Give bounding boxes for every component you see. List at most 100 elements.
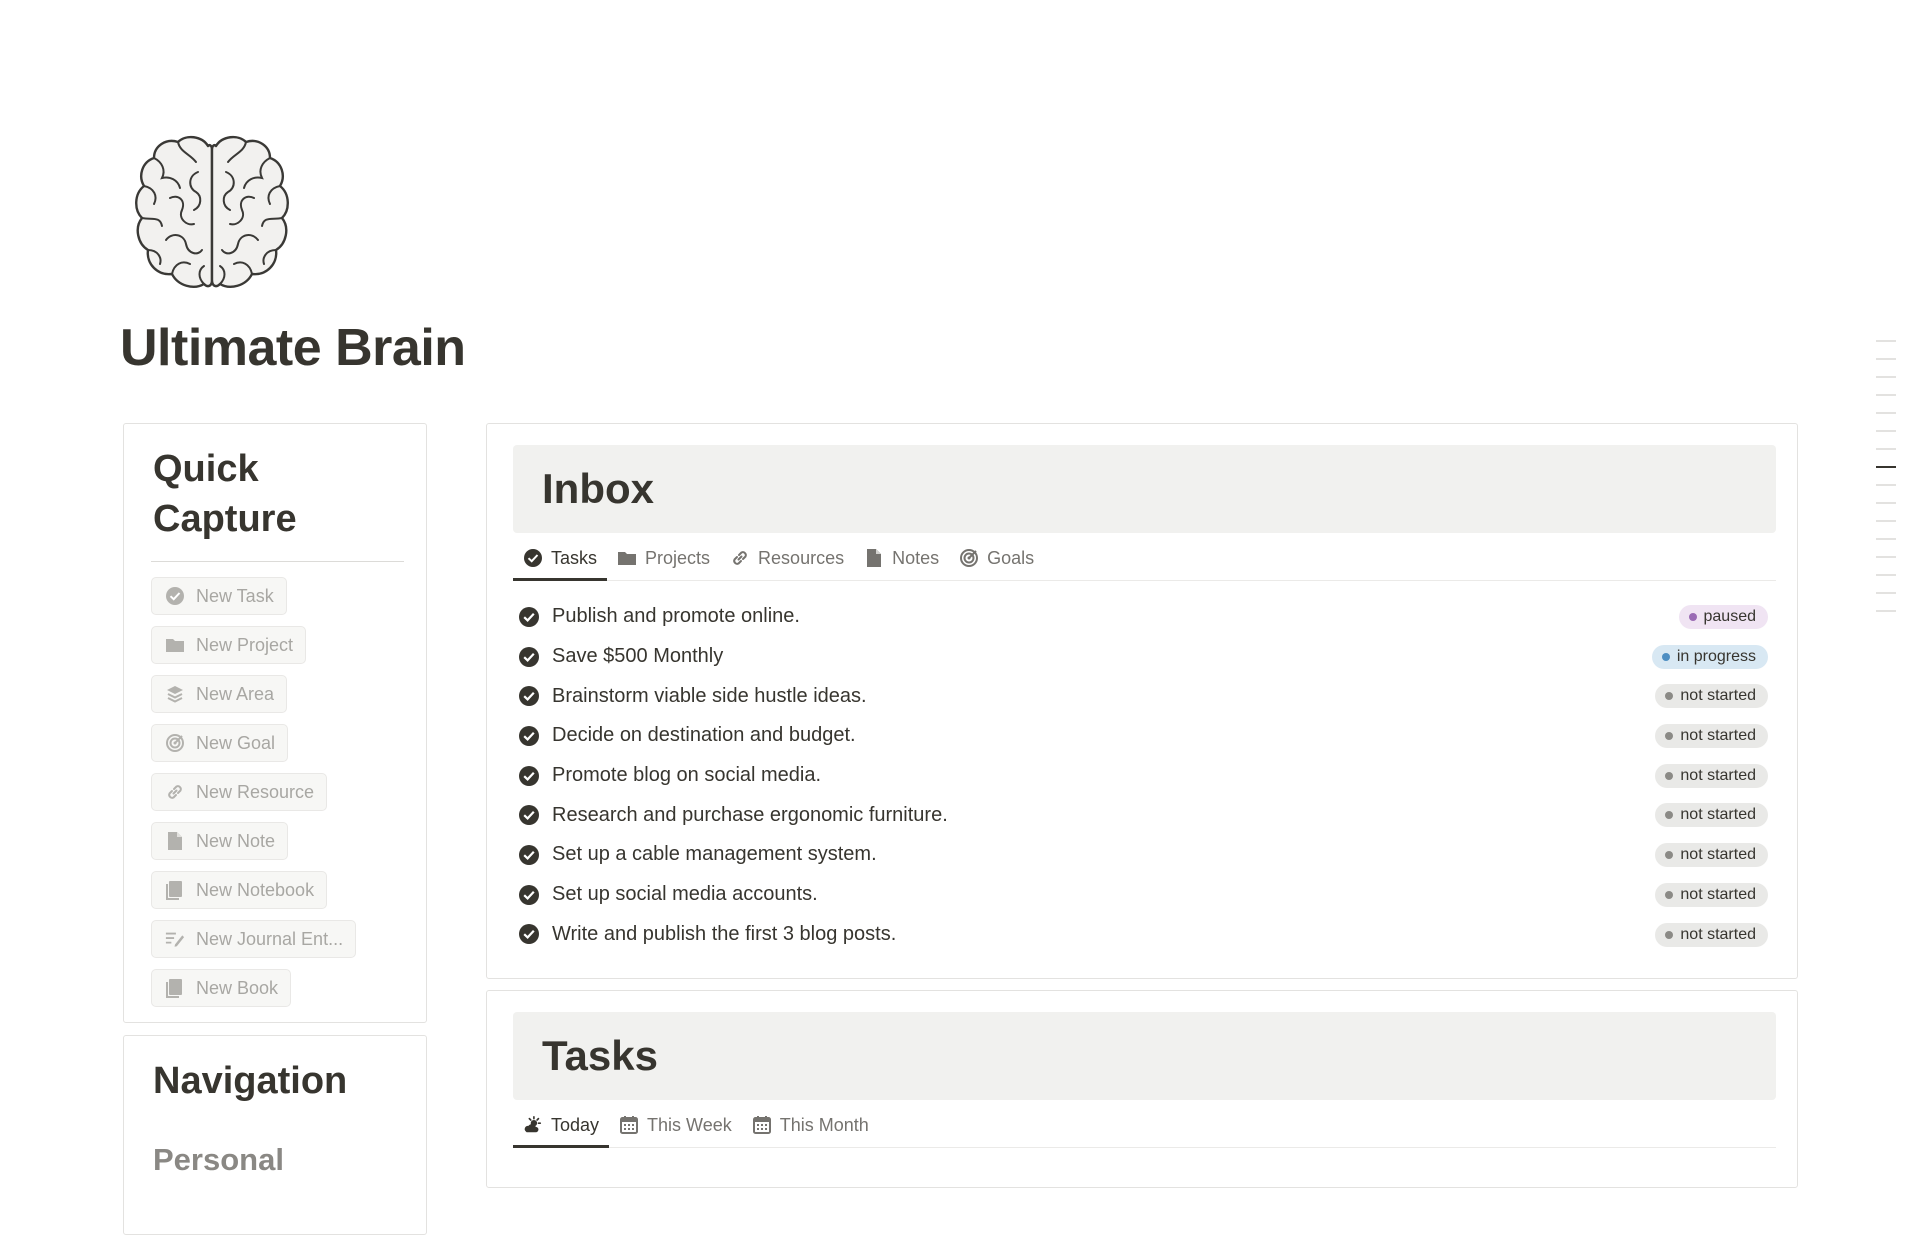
status-badge[interactable]: not started: [1655, 803, 1768, 828]
table-row[interactable]: Write and publish the first 3 blog posts…: [518, 915, 1768, 955]
toc-line[interactable]: [1876, 358, 1896, 360]
status-badge[interactable]: not started: [1655, 882, 1768, 907]
task-title[interactable]: Set up a cable management system.: [552, 843, 877, 866]
folder-icon: [165, 635, 185, 655]
status-dot: [1665, 692, 1674, 701]
new-goal-label: New Goal: [196, 732, 276, 753]
status-dot: [1688, 613, 1697, 621]
status-badge[interactable]: not started: [1655, 922, 1768, 947]
status-label: not started: [1680, 846, 1756, 864]
task-title[interactable]: Publish and promote online.: [552, 605, 800, 628]
status-label: not started: [1680, 687, 1756, 705]
divider: [151, 561, 404, 562]
check-circle-icon[interactable]: [518, 606, 540, 628]
new-project-button[interactable]: New Project: [151, 626, 307, 664]
table-row[interactable]: Brainstorm viable side hustle ideas. not …: [518, 676, 1768, 716]
toc-line[interactable]: [1876, 520, 1896, 522]
inbox-panel: Inbox Tasks Projects Resources Notes Goa…: [486, 423, 1798, 979]
check-circle-icon: [523, 548, 543, 568]
status-label: not started: [1680, 766, 1756, 784]
new-note-button[interactable]: New Note: [151, 822, 289, 860]
quick-capture-title: Quick Capture: [153, 448, 297, 540]
tab-resources[interactable]: Resources: [720, 536, 854, 580]
status-badge[interactable]: paused: [1678, 605, 1768, 629]
task-title[interactable]: Set up social media accounts.: [552, 883, 818, 906]
status-dot: [1665, 890, 1674, 899]
toc-line[interactable]: [1876, 430, 1896, 432]
status-label: paused: [1703, 608, 1757, 625]
check-circle-icon[interactable]: [518, 646, 540, 668]
layers-icon: [165, 684, 185, 704]
page-title: Ultimate Brain: [120, 319, 466, 377]
new-resource-button[interactable]: New Resource: [151, 773, 328, 811]
tab-label: Resources: [758, 547, 845, 568]
check-circle-icon[interactable]: [518, 765, 540, 787]
status-label: not started: [1680, 925, 1756, 943]
toc-line[interactable]: [1876, 538, 1896, 540]
check-circle-icon[interactable]: [518, 725, 540, 747]
task-title[interactable]: Brainstorm viable side hustle ideas.: [552, 685, 867, 708]
table-row[interactable]: Decide on destination and budget. not sta…: [518, 716, 1768, 756]
toc-line[interactable]: [1876, 556, 1896, 558]
toc-line-current[interactable]: [1876, 466, 1896, 468]
journal-pen-icon: [165, 929, 185, 949]
table-row[interactable]: Save $500 Monthly in progress: [518, 637, 1768, 677]
check-circle-icon[interactable]: [518, 923, 540, 945]
task-title[interactable]: Save $500 Monthly: [552, 645, 723, 668]
table-row[interactable]: Publish and promote online. paused: [518, 597, 1768, 637]
tab-notes[interactable]: Notes: [854, 536, 949, 580]
tab-label: This Month: [779, 1114, 869, 1135]
new-notebook-button[interactable]: New Notebook: [151, 871, 328, 909]
new-book-button[interactable]: New Book: [151, 969, 292, 1007]
new-project-label: New Project: [196, 634, 294, 655]
status-badge[interactable]: not started: [1655, 763, 1768, 788]
toc-line[interactable]: [1876, 502, 1896, 504]
task-title[interactable]: Write and publish the first 3 blog posts…: [552, 923, 896, 946]
tasks-header: Tasks: [513, 1012, 1776, 1100]
check-circle-icon[interactable]: [518, 685, 540, 707]
tab-tasks[interactable]: Tasks: [513, 536, 608, 581]
new-task-button[interactable]: New Task: [151, 577, 287, 615]
toc-line[interactable]: [1876, 376, 1896, 378]
tab-goals[interactable]: Goals: [949, 536, 1044, 580]
toc-line[interactable]: [1876, 394, 1896, 396]
status-badge[interactable]: not started: [1655, 843, 1768, 868]
toc-line[interactable]: [1876, 448, 1896, 450]
new-area-button[interactable]: New Area: [151, 675, 288, 713]
calendar-icon: [619, 1115, 639, 1135]
tab-this-month[interactable]: This Month: [742, 1103, 879, 1147]
tab-today[interactable]: Today: [513, 1103, 610, 1148]
status-badge[interactable]: in progress: [1651, 644, 1768, 669]
task-title[interactable]: Promote blog on social media.: [552, 764, 821, 787]
tab-this-week[interactable]: This Week: [609, 1103, 742, 1147]
new-note-label: New Note: [196, 830, 276, 851]
target-icon: [959, 548, 979, 568]
check-circle-icon[interactable]: [518, 804, 540, 826]
check-circle-icon[interactable]: [518, 844, 540, 866]
toc-line[interactable]: [1876, 484, 1896, 486]
toc-line[interactable]: [1876, 340, 1896, 342]
tab-projects[interactable]: Projects: [607, 536, 720, 580]
task-title[interactable]: Decide on destination and budget.: [552, 724, 856, 747]
book-icon: [165, 978, 185, 998]
calendar-icon: [752, 1115, 772, 1135]
tab-label: Tasks: [551, 547, 598, 568]
inbox-title: Inbox: [542, 465, 654, 512]
task-title[interactable]: Research and purchase ergonomic furnitur…: [552, 804, 948, 827]
toc-line[interactable]: [1876, 574, 1896, 576]
status-badge[interactable]: not started: [1655, 684, 1768, 709]
toc-line[interactable]: [1876, 412, 1896, 414]
table-of-contents-outline[interactable]: [1876, 340, 1896, 628]
new-journal-entry-button[interactable]: New Journal Ent...: [151, 920, 357, 958]
navigation-title: Navigation: [153, 1060, 348, 1102]
toc-line[interactable]: [1876, 592, 1896, 594]
new-goal-button[interactable]: New Goal: [151, 724, 289, 762]
table-row[interactable]: Research and purchase ergonomic furnitur…: [518, 795, 1768, 835]
brain-icon: [135, 135, 289, 288]
toc-line[interactable]: [1876, 610, 1896, 612]
table-row[interactable]: Promote blog on social media. not started: [518, 756, 1768, 796]
table-row[interactable]: Set up a cable management system. not sta…: [518, 835, 1768, 875]
status-badge[interactable]: not started: [1655, 724, 1768, 749]
table-row[interactable]: Set up social media accounts. not started: [518, 875, 1768, 915]
check-circle-icon[interactable]: [518, 884, 540, 906]
